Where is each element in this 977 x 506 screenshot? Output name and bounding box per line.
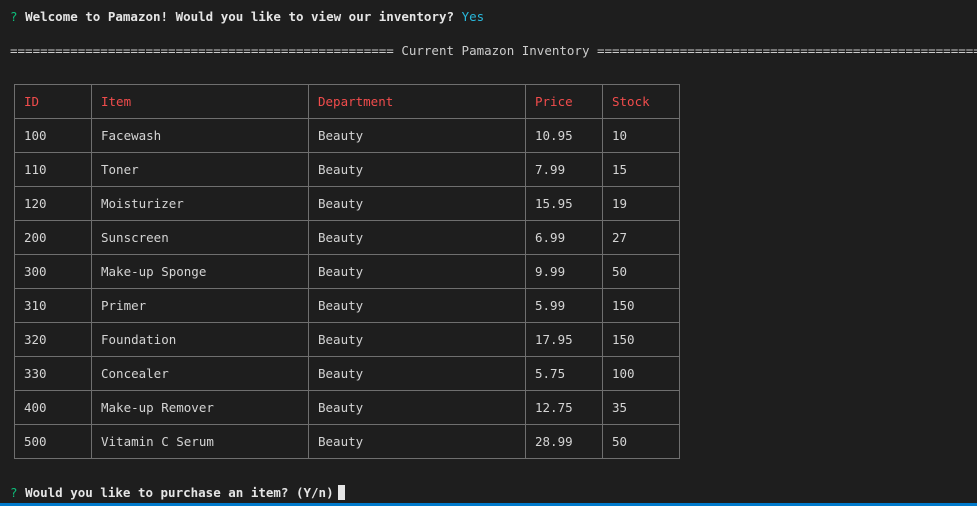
column-header-id: ID: [14, 84, 92, 119]
cell-item: Vitamin C Serum: [91, 424, 309, 459]
prompt-question-mark-icon: ?: [10, 485, 18, 500]
cell-department: Beauty: [308, 186, 526, 221]
cell-department: Beauty: [308, 288, 526, 323]
cell-id: 120: [14, 186, 92, 221]
column-header-price: Price: [525, 84, 603, 119]
cell-item: Toner: [91, 152, 309, 187]
cell-item: Moisturizer: [91, 186, 309, 221]
cell-department: Beauty: [308, 152, 526, 187]
table-row: 200 Sunscreen Beauty 6.99 27: [14, 220, 680, 255]
table-row: 330 Concealer Beauty 5.75 100: [14, 356, 680, 391]
cell-item: Make-up Remover: [91, 390, 309, 425]
table-row: 300 Make-up Sponge Beauty 9.99 50: [14, 254, 680, 289]
table-row: 400 Make-up Remover Beauty 12.75 35: [14, 390, 680, 425]
cell-stock: 35: [602, 390, 680, 425]
purchase-prompt-line[interactable]: ? Would you like to purchase an item? (Y…: [10, 484, 345, 501]
table-row: 500 Vitamin C Serum Beauty 28.99 50: [14, 424, 680, 459]
cell-price: 17.95: [525, 322, 603, 357]
welcome-prompt-line: ? Welcome to Pamazon! Would you like to …: [10, 8, 484, 25]
inventory-table: ID Item Department Price Stock 100 Facew…: [14, 84, 680, 459]
cell-department: Beauty: [308, 390, 526, 425]
table-row: 320 Foundation Beauty 17.95 150: [14, 322, 680, 357]
cell-id: 500: [14, 424, 92, 459]
cell-id: 200: [14, 220, 92, 255]
cell-stock: 100: [602, 356, 680, 391]
cell-price: 7.99: [525, 152, 603, 187]
cell-id: 400: [14, 390, 92, 425]
cell-id: 300: [14, 254, 92, 289]
table-row: 310 Primer Beauty 5.99 150: [14, 288, 680, 323]
cell-price: 6.99: [525, 220, 603, 255]
cell-department: Beauty: [308, 220, 526, 255]
column-header-item: Item: [91, 84, 309, 119]
cell-item: Primer: [91, 288, 309, 323]
cell-id: 330: [14, 356, 92, 391]
cell-item: Concealer: [91, 356, 309, 391]
cell-department: Beauty: [308, 356, 526, 391]
column-header-department: Department: [308, 84, 526, 119]
column-header-stock: Stock: [602, 84, 680, 119]
cell-id: 310: [14, 288, 92, 323]
text-cursor[interactable]: [337, 485, 345, 500]
cell-stock: 15: [602, 152, 680, 187]
prompt-question-mark-icon: ?: [10, 9, 18, 24]
cell-stock: 27: [602, 220, 680, 255]
cell-id: 110: [14, 152, 92, 187]
cell-id: 100: [14, 118, 92, 153]
cell-price: 9.99: [525, 254, 603, 289]
table-row: 100 Facewash Beauty 10.95 10: [14, 118, 680, 153]
cell-stock: 10: [602, 118, 680, 153]
cell-id: 320: [14, 322, 92, 357]
cell-item: Foundation: [91, 322, 309, 357]
inventory-banner: ========================================…: [10, 43, 977, 58]
cell-price: 10.95: [525, 118, 603, 153]
purchase-question: Would you like to purchase an item? (Y/n…: [25, 485, 334, 500]
table-row: 110 Toner Beauty 7.99 15: [14, 152, 680, 187]
cell-price: 5.75: [525, 356, 603, 391]
cell-stock: 50: [602, 254, 680, 289]
cell-item: Facewash: [91, 118, 309, 153]
cell-item: Make-up Sponge: [91, 254, 309, 289]
cell-stock: 50: [602, 424, 680, 459]
cell-stock: 150: [602, 322, 680, 357]
cell-department: Beauty: [308, 254, 526, 289]
cell-price: 28.99: [525, 424, 603, 459]
cell-stock: 150: [602, 288, 680, 323]
cell-price: 15.95: [525, 186, 603, 221]
cell-department: Beauty: [308, 322, 526, 357]
cell-item: Sunscreen: [91, 220, 309, 255]
table-row: 120 Moisturizer Beauty 15.95 19: [14, 186, 680, 221]
table-header-row: ID Item Department Price Stock: [14, 84, 680, 119]
cell-price: 12.75: [525, 390, 603, 425]
cell-price: 5.99: [525, 288, 603, 323]
cell-stock: 19: [602, 186, 680, 221]
welcome-question: Welcome to Pamazon! Would you like to vi…: [25, 9, 455, 24]
cell-department: Beauty: [308, 118, 526, 153]
cell-department: Beauty: [308, 424, 526, 459]
welcome-answer: Yes: [461, 9, 485, 24]
